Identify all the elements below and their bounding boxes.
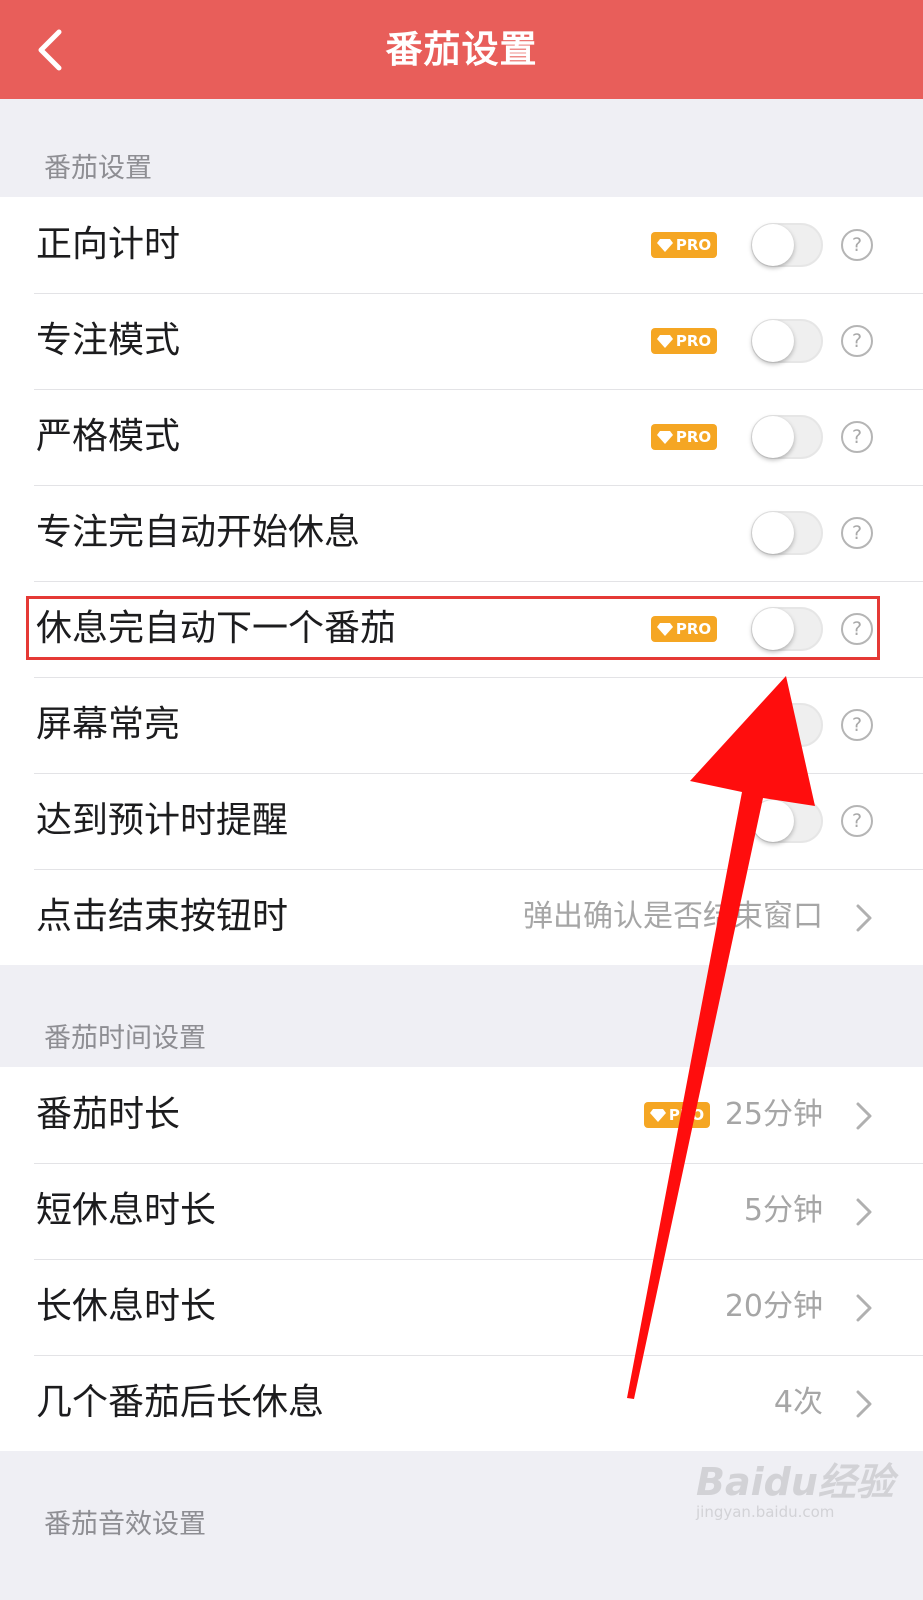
toggle-knob xyxy=(752,608,794,650)
diamond-icon xyxy=(656,431,673,444)
chevron-right-icon xyxy=(856,904,872,932)
row-label: 几个番茄后长休息 xyxy=(36,1382,325,1423)
row-value: 4次 xyxy=(773,1385,823,1420)
toggle-switch[interactable] xyxy=(751,415,823,459)
help-icon[interactable]: ? xyxy=(841,805,873,837)
toggle-switch[interactable] xyxy=(751,319,823,363)
section-label-pomodoro: 番茄设置 xyxy=(44,153,152,184)
help-icon[interactable]: ? xyxy=(841,421,873,453)
row-label: 长休息时长 xyxy=(36,1286,217,1327)
help-icon[interactable]: ? xyxy=(841,709,873,741)
row-long-break-interval[interactable]: 几个番茄后长休息 4次 xyxy=(0,1355,923,1451)
row-label: 屏幕常亮 xyxy=(36,704,181,745)
row-label: 番茄时长 xyxy=(36,1094,181,1135)
help-icon[interactable]: ? xyxy=(841,613,873,645)
row-label: 正向计时 xyxy=(36,224,181,265)
toggle-switch[interactable] xyxy=(751,607,823,651)
diamond-icon xyxy=(649,1109,666,1122)
row-short-break-duration[interactable]: 短休息时长 5分钟 xyxy=(0,1163,923,1259)
row-auto-start-break[interactable]: 专注完自动开始休息 ? xyxy=(0,485,923,581)
chevron-right-icon xyxy=(856,1294,872,1322)
nav-bar: 番茄设置 xyxy=(0,0,923,99)
help-icon[interactable]: ? xyxy=(841,325,873,357)
diamond-icon xyxy=(656,623,673,636)
row-long-break-duration[interactable]: 长休息时长 20分钟 xyxy=(0,1259,923,1355)
diamond-icon xyxy=(656,335,673,348)
settings-group-pomodoro: 正向计时 PRO ? 专注模式 PRO ? 严格模式 PRO ? 专注完自动开始… xyxy=(0,197,923,965)
toggle-knob xyxy=(752,704,794,746)
pro-badge: PRO xyxy=(651,616,717,642)
watermark-url: jingyan.baidu.com xyxy=(696,1503,835,1521)
watermark: Baidu经验 jingyan.baidu.com xyxy=(696,1462,894,1522)
toggle-switch[interactable] xyxy=(751,511,823,555)
row-label: 休息完自动下一个番茄 xyxy=(36,608,397,649)
toggle-switch[interactable] xyxy=(751,799,823,843)
toggle-switch[interactable] xyxy=(751,223,823,267)
toggle-knob xyxy=(752,224,794,266)
pro-badge: PRO xyxy=(651,424,717,450)
row-value: 25分钟 xyxy=(724,1097,823,1132)
toggle-switch[interactable] xyxy=(751,703,823,747)
settings-group-time: 番茄时长 PRO 25分钟 短休息时长 5分钟 长休息时长 20分钟 几个番茄后… xyxy=(0,1067,923,1451)
section-label-time: 番茄时间设置 xyxy=(44,1023,206,1054)
row-keep-screen-on[interactable]: 屏幕常亮 ? xyxy=(0,677,923,773)
row-focus-mode[interactable]: 专注模式 PRO ? xyxy=(0,293,923,389)
diamond-icon xyxy=(656,239,673,252)
toggle-knob xyxy=(752,512,794,554)
row-target-time-reminder[interactable]: 达到预计时提醒 ? xyxy=(0,773,923,869)
row-label: 专注模式 xyxy=(36,320,181,361)
chevron-right-icon xyxy=(856,1198,872,1226)
chevron-right-icon xyxy=(856,1102,872,1130)
chevron-right-icon xyxy=(856,1390,872,1418)
page-title: 番茄设置 xyxy=(385,28,538,71)
row-value: 20分钟 xyxy=(724,1289,823,1324)
row-pomodoro-duration[interactable]: 番茄时长 PRO 25分钟 xyxy=(0,1067,923,1163)
row-label: 短休息时长 xyxy=(36,1190,217,1231)
row-label: 点击结束按钮时 xyxy=(36,896,289,937)
row-label: 专注完自动开始休息 xyxy=(36,512,361,553)
help-icon[interactable]: ? xyxy=(841,229,873,261)
pro-badge: PRO xyxy=(651,232,717,258)
row-value: 弹出确认是否结束窗口 xyxy=(523,899,823,934)
row-forward-timing[interactable]: 正向计时 PRO ? xyxy=(0,197,923,293)
help-icon[interactable]: ? xyxy=(841,517,873,549)
row-auto-next-pomodoro[interactable]: 休息完自动下一个番茄 PRO ? xyxy=(0,581,923,677)
toggle-knob xyxy=(752,320,794,362)
row-end-button-action[interactable]: 点击结束按钮时 弹出确认是否结束窗口 xyxy=(0,869,923,965)
toggle-knob xyxy=(752,416,794,458)
section-label-sound: 番茄音效设置 xyxy=(44,1509,206,1540)
row-value: 5分钟 xyxy=(743,1193,823,1228)
row-strict-mode[interactable]: 严格模式 PRO ? xyxy=(0,389,923,485)
pro-badge: PRO xyxy=(651,328,717,354)
watermark-logo: Baidu经验 xyxy=(696,1460,894,1504)
toggle-knob xyxy=(752,800,794,842)
row-label: 达到预计时提醒 xyxy=(36,800,289,841)
pro-badge: PRO xyxy=(644,1102,710,1128)
row-label: 严格模式 xyxy=(36,416,181,457)
